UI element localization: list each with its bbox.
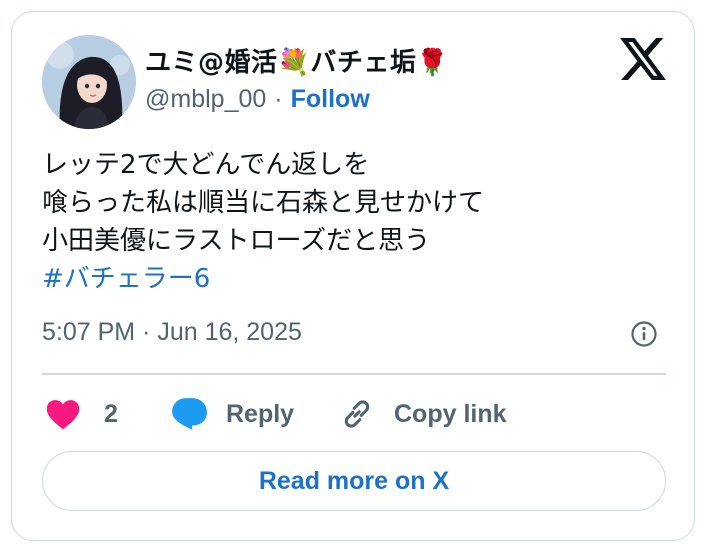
follow-button[interactable]: Follow xyxy=(291,85,370,113)
avatar[interactable] xyxy=(42,35,136,129)
read-more-button[interactable]: Read more on X xyxy=(42,451,666,511)
tweet-line: 喰らった私は順当に石森と見せかけて xyxy=(42,188,485,218)
link-icon xyxy=(344,400,370,428)
user-handle[interactable]: @mblp_00 xyxy=(145,85,266,113)
display-name[interactable]: ユミ@婚活💐バチェ垢🌹 xyxy=(145,42,449,79)
copy-link-label: Copy link xyxy=(394,399,507,428)
avatar-image xyxy=(42,35,136,129)
tweet-text: レッテ2で大どんでん返しを 喰らった私は順当に石森と見せかけて 小田美優にラスト… xyxy=(42,146,662,298)
tweet-line: 小田美優にラストローズだと思う xyxy=(42,226,431,256)
like-button[interactable]: 2 xyxy=(46,392,118,436)
hashtag-link[interactable]: #バチェラー6 xyxy=(42,264,210,294)
handle-row: @mblp_00 · Follow xyxy=(145,85,370,114)
divider xyxy=(42,373,666,375)
reply-button[interactable]: Reply xyxy=(170,392,294,436)
like-count: 2 xyxy=(104,399,118,428)
action-bar: 2 Reply Copy link xyxy=(42,392,666,436)
copy-link-button[interactable]: Copy link xyxy=(340,392,507,436)
tweet-timestamp[interactable]: 5:07 PM · Jun 16, 2025 xyxy=(42,318,302,347)
reply-label: Reply xyxy=(226,399,295,428)
separator-dot: · xyxy=(274,85,283,113)
tweet-line: レッテ2で大どんでん返しを xyxy=(42,150,370,180)
x-logo-icon[interactable] xyxy=(620,38,666,80)
heart-icon xyxy=(46,399,80,429)
speech-bubble-icon xyxy=(172,398,207,430)
info-icon[interactable] xyxy=(630,320,658,348)
